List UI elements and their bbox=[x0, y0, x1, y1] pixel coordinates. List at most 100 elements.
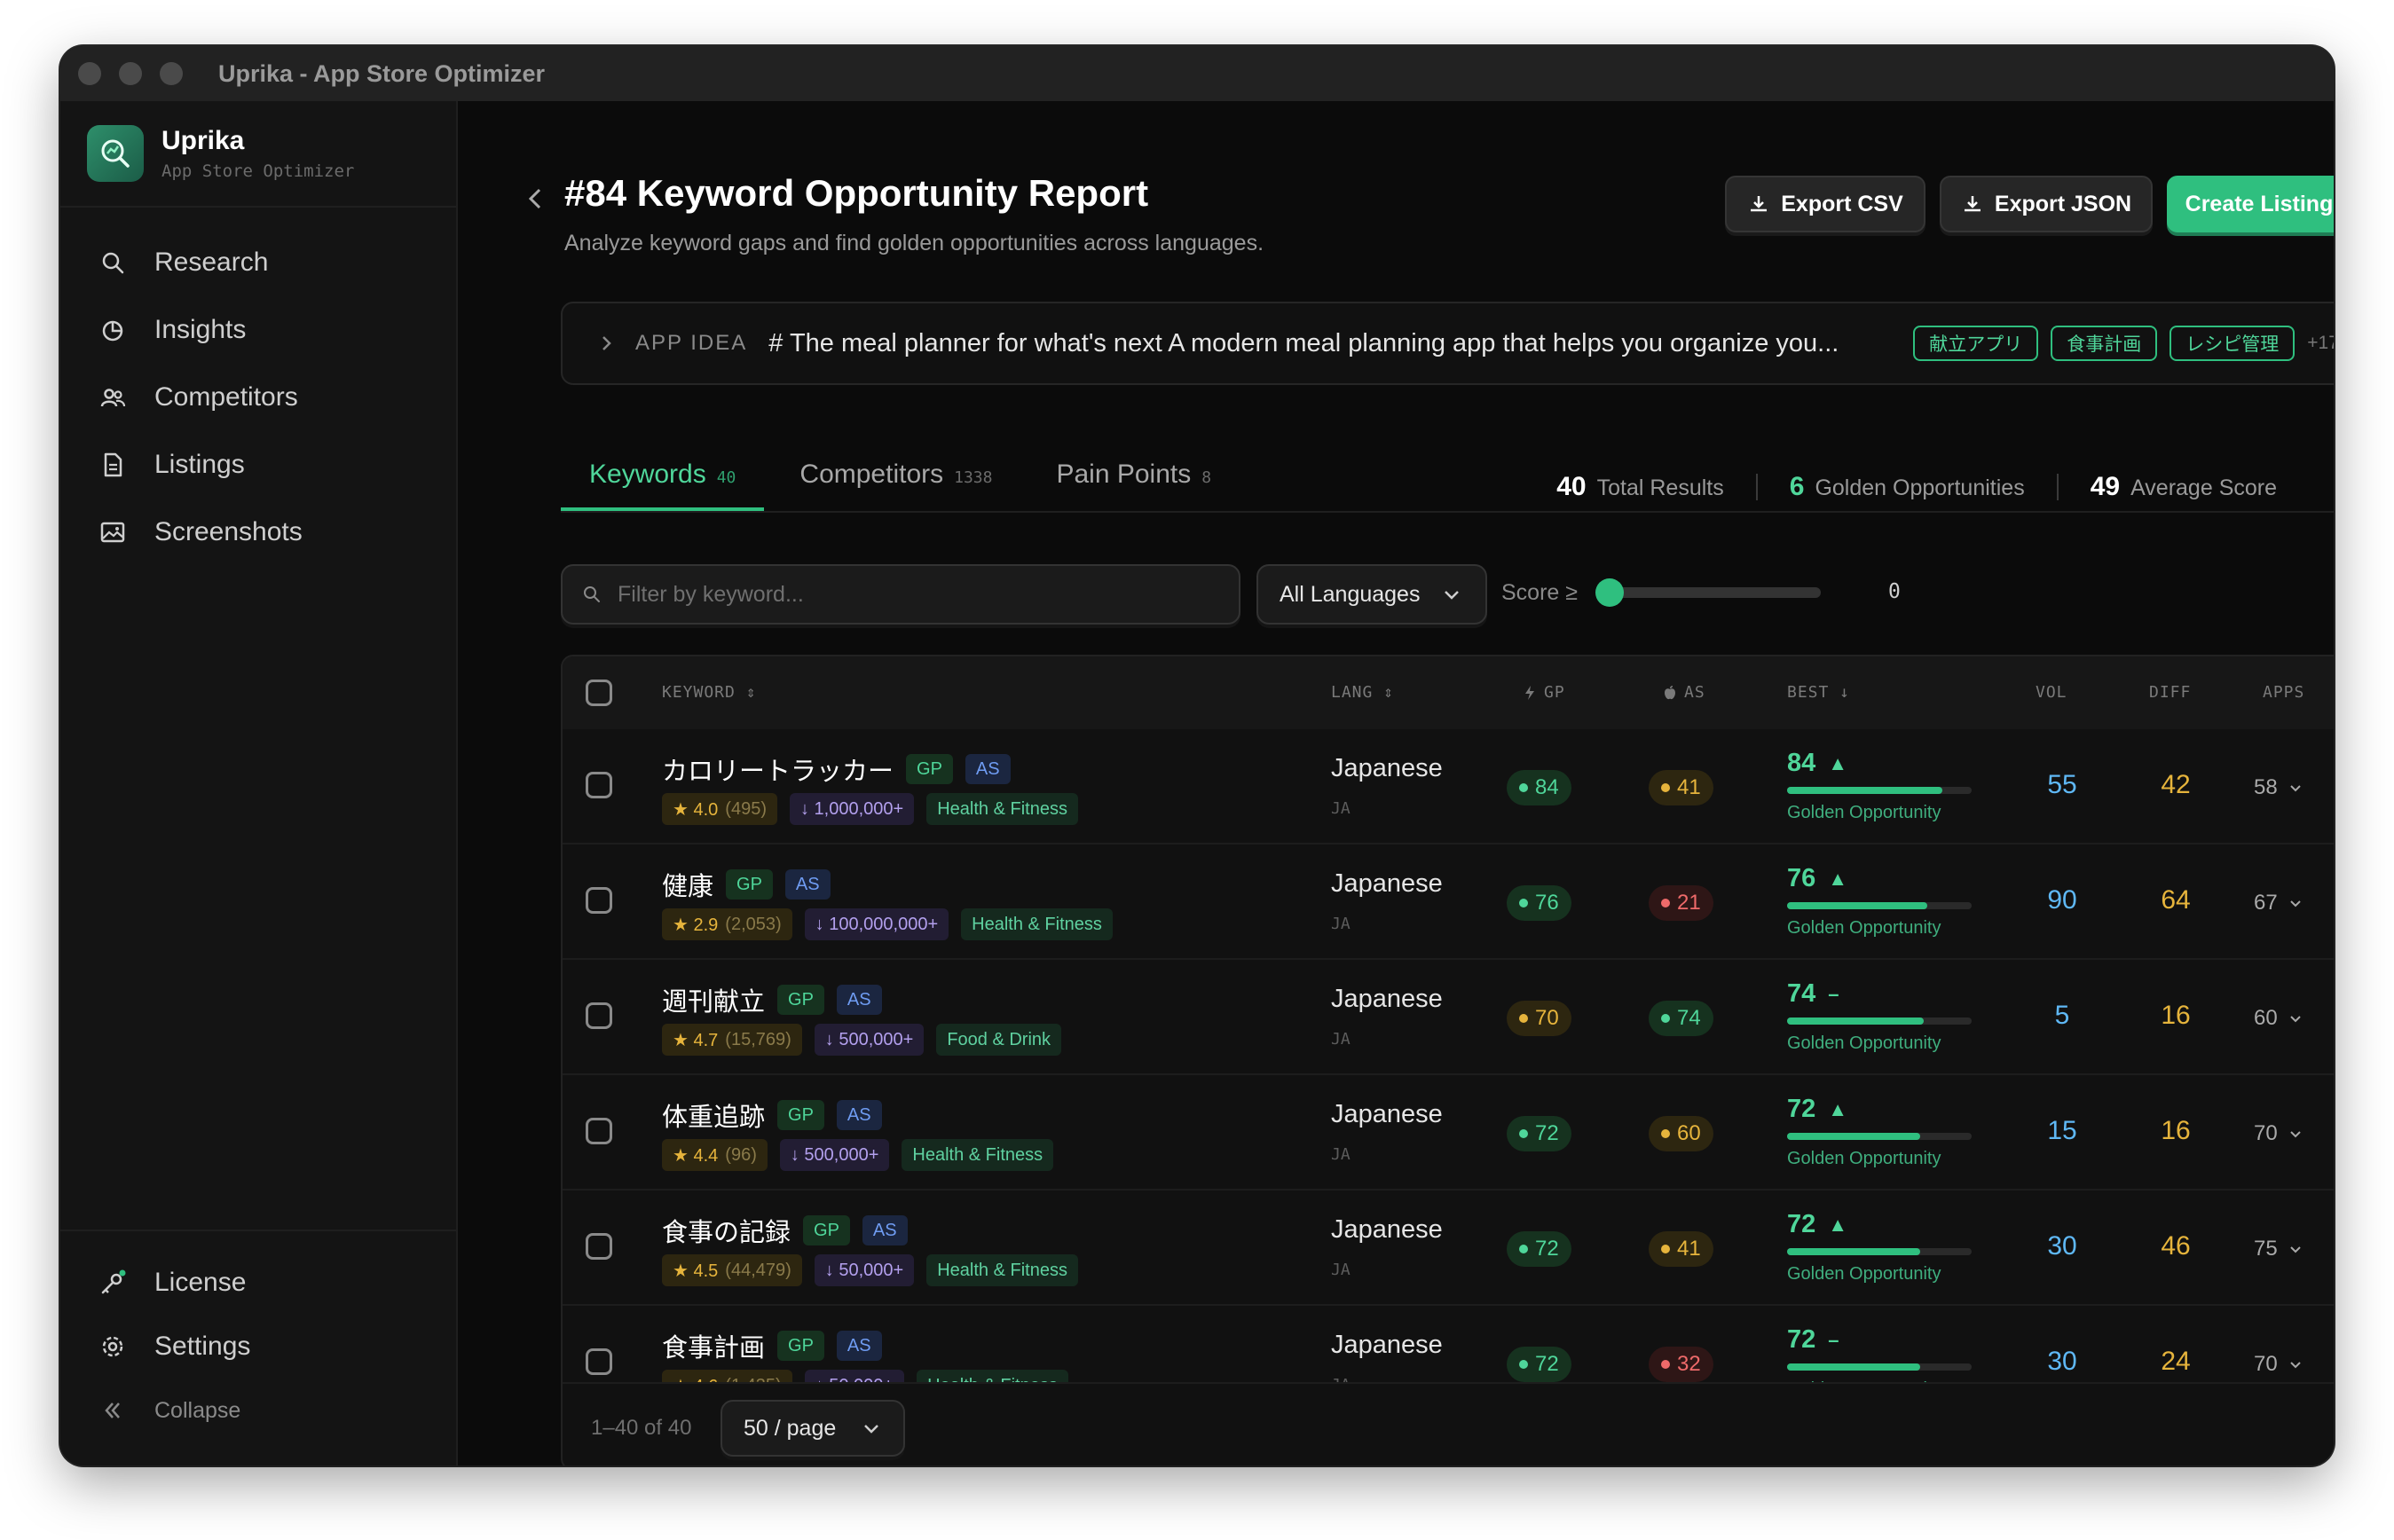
nav-item-screenshots[interactable]: Screenshots bbox=[60, 499, 456, 566]
column-diff[interactable]: DIFF bbox=[2149, 683, 2191, 702]
score-slider[interactable] bbox=[1595, 578, 1821, 607]
best-score-fill bbox=[1787, 1133, 1920, 1140]
chevron-down-icon bbox=[2289, 785, 2301, 792]
image-icon bbox=[98, 517, 128, 547]
export-csv-button[interactable]: Export CSV bbox=[1725, 176, 1925, 232]
page-size-select[interactable]: 50 / page bbox=[721, 1400, 905, 1457]
page-subtitle: Analyze keyword gaps and find golden opp… bbox=[564, 231, 1264, 255]
create-listing-button[interactable]: Create Listing bbox=[2167, 176, 2334, 232]
pagination-range: 1–40 of 40 bbox=[591, 1416, 692, 1440]
column-apps[interactable]: APPS bbox=[2263, 683, 2304, 702]
row-checkbox[interactable] bbox=[586, 887, 612, 914]
volume-value: 15 bbox=[2047, 1116, 2077, 1145]
language-cell: Japanese JA bbox=[1331, 985, 1443, 1049]
best-score-cell: 72 ▲ Golden Opportunity bbox=[1787, 1210, 1972, 1285]
difficulty-value: 64 bbox=[2161, 885, 2191, 915]
column-keyword[interactable]: KEYWORD ⇕ bbox=[662, 683, 757, 702]
tab-pain-points[interactable]: Pain Points 8 bbox=[1028, 442, 1240, 511]
close-window-button[interactable] bbox=[78, 62, 101, 85]
keyword-cell: 週刊献立 GP AS bbox=[662, 981, 882, 1018]
apps-expand[interactable]: 67 bbox=[2254, 891, 2304, 915]
rating-chip: ★ 4.7 (15,769) bbox=[662, 1024, 802, 1056]
keyword-text: 食事計画 bbox=[662, 1334, 766, 1363]
app-idea-panel[interactable]: APP IDEA # The meal planner for what's n… bbox=[561, 302, 2334, 385]
minimize-window-button[interactable] bbox=[119, 62, 142, 85]
table-row[interactable]: 体重追跡 GP AS ★ 4.4 (96) ↓ 500,000+ Health &… bbox=[563, 1075, 2334, 1190]
column-best[interactable]: BEST ↓ bbox=[1787, 683, 1850, 702]
row-checkbox[interactable] bbox=[586, 1348, 612, 1375]
zoom-window-button[interactable] bbox=[160, 62, 183, 85]
column-as[interactable]: AS bbox=[1663, 683, 1705, 702]
export-json-button[interactable]: Export JSON bbox=[1940, 176, 2153, 232]
as-badge: AS bbox=[862, 1215, 908, 1245]
table-row[interactable]: カロリートラッカー GP AS ★ 4.0 (495) ↓ 1,000,000+ … bbox=[563, 729, 2334, 845]
stat-divider bbox=[1755, 474, 1758, 500]
downloads-chip: ↓ 100,000,000+ bbox=[804, 908, 949, 940]
best-score-fill bbox=[1787, 787, 1942, 794]
keyword-filter-input[interactable] bbox=[618, 581, 1185, 608]
idea-tag: レシピ管理 bbox=[2170, 326, 2296, 361]
search-icon bbox=[98, 248, 128, 278]
app-logo-icon bbox=[87, 125, 144, 182]
nav-item-insights[interactable]: Insights bbox=[60, 296, 456, 364]
column-gp[interactable]: GP bbox=[1523, 683, 1565, 702]
best-score-bar bbox=[1787, 1133, 1972, 1140]
nav-label: Research bbox=[154, 248, 269, 277]
key-icon bbox=[98, 1268, 128, 1298]
rating-chip: ★ 4.4 (96) bbox=[662, 1139, 768, 1171]
column-vol[interactable]: VOL bbox=[2036, 683, 2067, 702]
report-tabs: Keywords 40 Competitors 1338 Pain Points… bbox=[561, 442, 1247, 513]
best-score-cell: 84 ▲ Golden Opportunity bbox=[1787, 749, 1972, 823]
apps-expand[interactable]: 75 bbox=[2254, 1237, 2304, 1261]
table-row[interactable]: 健康 GP AS ★ 2.9 (2,053) ↓ 100,000,000+ Hea… bbox=[563, 845, 2334, 960]
tab-divider bbox=[561, 511, 2334, 513]
as-badge: AS bbox=[836, 1100, 882, 1130]
tab-label: Keywords bbox=[589, 460, 706, 489]
sidebar: Uprika App Store Optimizer Research Insi… bbox=[60, 101, 458, 1465]
nav-item-research[interactable]: Research bbox=[60, 229, 456, 296]
golden-opportunity-label: Golden Opportunity bbox=[1787, 1264, 1941, 1284]
collapse-sidebar-button[interactable]: Collapse bbox=[60, 1379, 456, 1442]
column-lang[interactable]: LANG ⇕ bbox=[1331, 683, 1394, 702]
table-row[interactable]: 食事の記録 GP AS ★ 4.5 (44,479) ↓ 50,000+ Heal… bbox=[563, 1190, 2334, 1306]
select-all-checkbox[interactable] bbox=[586, 680, 612, 706]
apps-expand[interactable]: 58 bbox=[2254, 775, 2304, 800]
back-button[interactable] bbox=[518, 181, 554, 216]
language-name: Japanese bbox=[1331, 1215, 1443, 1244]
score-slider-handle[interactable] bbox=[1595, 578, 1624, 607]
idea-tag: 食事計画 bbox=[2051, 326, 2158, 361]
best-score-fill bbox=[1787, 1018, 1924, 1025]
apps-expand[interactable]: 70 bbox=[2254, 1121, 2304, 1146]
row-checkbox[interactable] bbox=[586, 1118, 612, 1144]
row-checkbox[interactable] bbox=[586, 1233, 612, 1260]
stat-divider bbox=[2056, 474, 2059, 500]
chevron-down-icon bbox=[1445, 591, 1459, 600]
apps-expand[interactable]: 60 bbox=[2254, 1006, 2304, 1031]
nav-label: Listings bbox=[154, 450, 245, 479]
as-score-badge: 21 bbox=[1649, 885, 1713, 921]
difficulty-value: 24 bbox=[2161, 1347, 2191, 1376]
trend-icon: ▲ bbox=[1828, 1097, 1848, 1120]
best-score: 72 bbox=[1787, 1210, 1816, 1238]
best-score-bar bbox=[1787, 787, 1972, 794]
gear-icon bbox=[98, 1332, 128, 1362]
table-row[interactable]: 食事計画 GP AS ★ 4.6(1,435) ↓ 50,000+ Health… bbox=[563, 1306, 2334, 1386]
nav-item-settings[interactable]: Settings bbox=[60, 1315, 456, 1379]
row-checkbox[interactable] bbox=[586, 772, 612, 798]
apps-expand[interactable]: 70 bbox=[2254, 1352, 2304, 1377]
best-score: 72 bbox=[1787, 1325, 1816, 1354]
trend-icon: ▲ bbox=[1828, 1213, 1848, 1236]
nav-label: License bbox=[154, 1268, 247, 1297]
chevron-down-icon bbox=[864, 1425, 878, 1434]
language-select[interactable]: All Languages bbox=[1256, 564, 1487, 625]
keyword-text: 食事の記録 bbox=[662, 1219, 791, 1247]
row-checkbox[interactable] bbox=[586, 1002, 612, 1029]
volume-value: 90 bbox=[2047, 885, 2077, 915]
downloads-chip: ↓ 500,000+ bbox=[779, 1139, 890, 1171]
tab-keywords[interactable]: Keywords 40 bbox=[561, 442, 765, 511]
nav-item-license[interactable]: License bbox=[60, 1251, 456, 1315]
nav-item-competitors[interactable]: Competitors bbox=[60, 364, 456, 431]
table-row[interactable]: 週刊献立 GP AS ★ 4.7 (15,769) ↓ 500,000+ Food… bbox=[563, 960, 2334, 1075]
nav-item-listings[interactable]: Listings bbox=[60, 431, 456, 499]
tab-competitors[interactable]: Competitors 1338 bbox=[771, 442, 1020, 511]
